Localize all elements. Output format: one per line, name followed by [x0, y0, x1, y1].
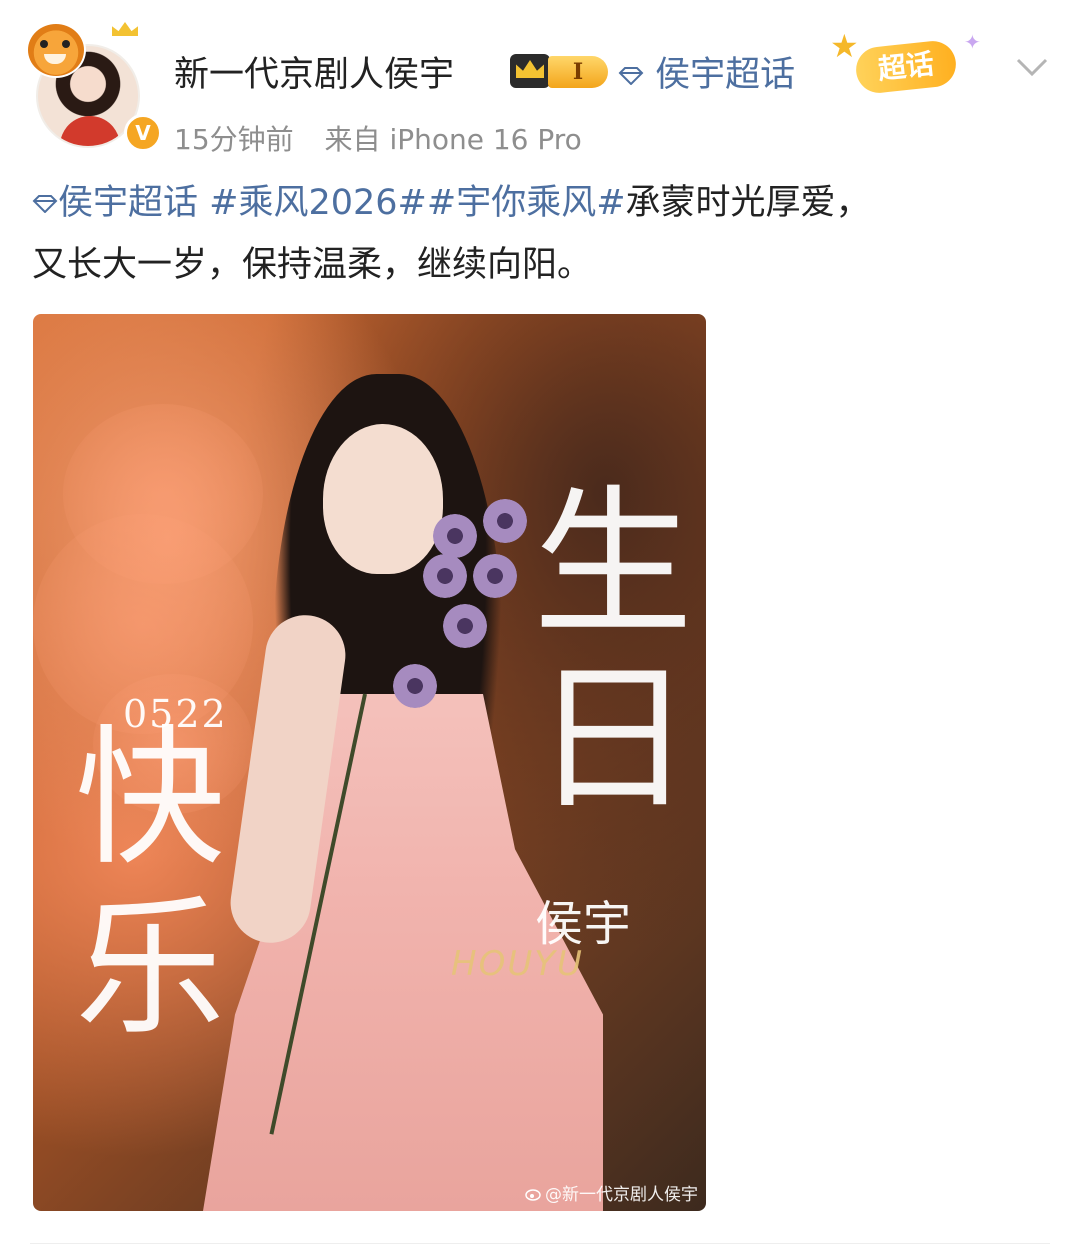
orchid-flower: [483, 499, 527, 543]
supertopic-tag-label: 侯宇超话: [58, 183, 199, 223]
verified-badge-icon: V: [124, 114, 162, 152]
post-body-line1: 承蒙时光厚爱，: [625, 183, 871, 223]
post-body-line2: 又长大一岁，保持温柔，继续向阳。: [32, 245, 593, 285]
orchid-flower: [443, 604, 487, 648]
hashtag-link[interactable]: #乘风2026#: [209, 183, 427, 223]
post-image[interactable]: 0522 快 乐 生 日 侯宇 HOUYU @新一代京剧人侯宇: [33, 314, 706, 1211]
supertopic-link-label: 侯宇超话: [655, 55, 796, 95]
orchid-flower: [423, 554, 467, 598]
orchid-flower: [473, 554, 517, 598]
diamond-icon: [618, 67, 644, 85]
crown-icon: [112, 22, 138, 36]
post-header: V 新一代京剧人侯宇 I 侯宇超话 ★ 超话 ✦ 15分钟前 来自 iPhone…: [0, 0, 1080, 160]
post-meta: 15分钟前 来自 iPhone 16 Pro: [174, 118, 582, 158]
tiger-pendant-icon: [26, 22, 86, 78]
post-text: 侯宇超话 #乘风2026##宇你乘风#承蒙时光厚爱， 又长大一岁，保持温柔，继续…: [32, 172, 1052, 296]
divider: [30, 1243, 1050, 1244]
hashtag-link[interactable]: #宇你乘风#: [427, 183, 626, 223]
poster-sheng: 生: [533, 470, 694, 657]
image-watermark: @新一代京剧人侯宇: [525, 1180, 698, 1205]
poster-kuai: 快: [75, 712, 226, 886]
poster-signature-en: HOUYU: [451, 944, 584, 984]
weibo-logo-icon: [525, 1186, 543, 1201]
orchid-flower: [393, 664, 437, 708]
vip-crown-icon[interactable]: [510, 54, 550, 88]
avatar-group[interactable]: V: [26, 22, 162, 152]
level-badge[interactable]: I: [548, 56, 608, 88]
post-time: 15分钟前: [174, 123, 294, 156]
orchid-flower: [433, 514, 477, 558]
poster-le: 乐: [75, 882, 226, 1056]
portrait-face: [323, 424, 443, 574]
chevron-down-icon[interactable]: [1012, 46, 1052, 86]
poster-ri: 日: [533, 645, 694, 832]
sparkle-icon: ✦: [964, 30, 981, 54]
username[interactable]: 新一代京剧人侯宇: [174, 46, 454, 97]
post-source: 来自 iPhone 16 Pro: [324, 123, 582, 156]
chaohua-badge[interactable]: ★ 超话 ✦: [830, 28, 981, 102]
watermark-text: @新一代京剧人侯宇: [545, 1185, 698, 1205]
chaohua-badge-label: 超话: [853, 38, 959, 96]
supertopic-link[interactable]: 侯宇超话: [618, 46, 795, 97]
supertopic-tag[interactable]: 侯宇超话: [32, 183, 198, 223]
diamond-icon: [32, 195, 58, 213]
